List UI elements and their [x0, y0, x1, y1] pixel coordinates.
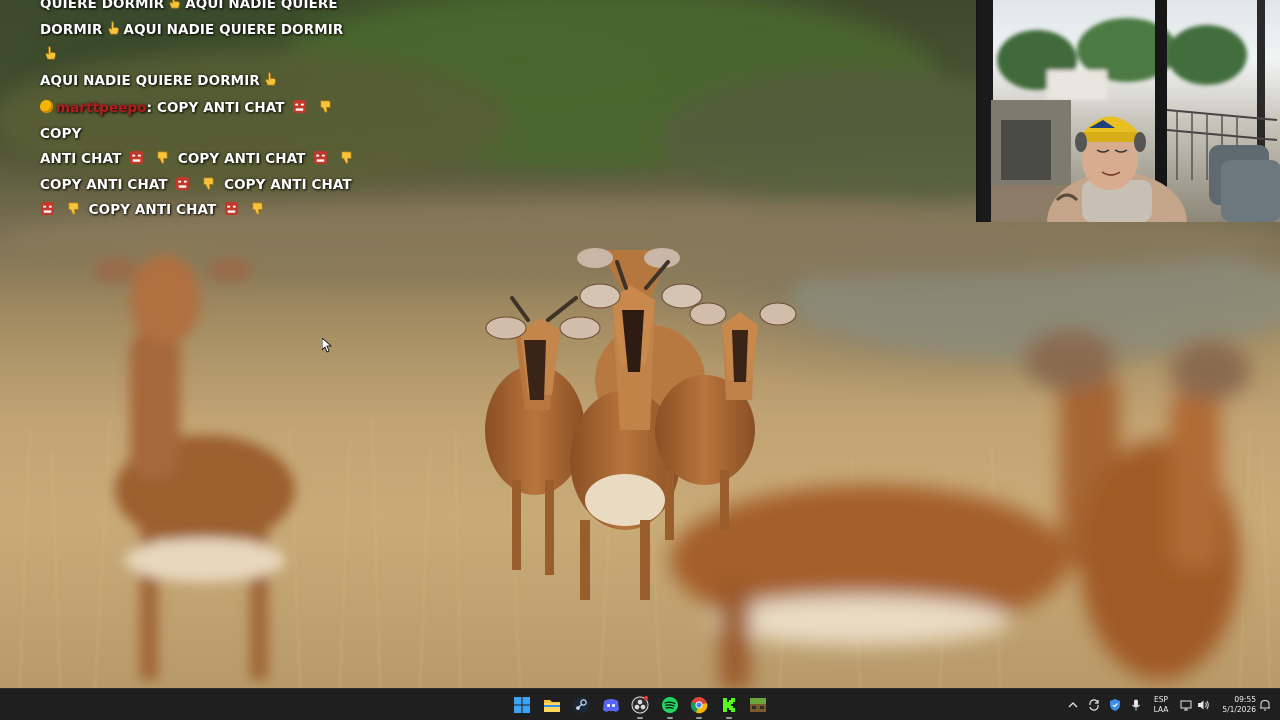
windows-start-icon[interactable] — [511, 694, 533, 716]
thumbs-down-emoji — [157, 151, 168, 164]
angry-face-emoji — [314, 150, 328, 165]
thumbs-down-emoji — [341, 151, 352, 164]
kick-active-indicator — [726, 717, 732, 719]
kick-icon[interactable] — [718, 694, 740, 716]
thumbs-down-emoji — [252, 202, 263, 215]
chat-message-1: QUIERE DORMIR AQUI NADIE QUIERE DORMIR AQU… — [40, 0, 360, 94]
thumbs-down-emoji — [68, 202, 79, 215]
pointing-up-hand-emoji — [169, 0, 181, 9]
chevron-up-icon[interactable] — [1066, 698, 1080, 712]
angry-face-emoji — [176, 176, 190, 190]
angry-face-emoji — [130, 150, 144, 165]
mouse-cursor-icon — [322, 338, 332, 353]
webcam-feed — [977, 0, 1280, 222]
pointing-up-hand-emoji — [265, 71, 276, 85]
obs-active-indicator — [637, 717, 643, 719]
security-shield-icon[interactable] — [1108, 698, 1122, 712]
webcam-overlay — [976, 0, 1280, 222]
steam-icon[interactable] — [570, 694, 592, 716]
chrome-icon[interactable] — [688, 694, 710, 716]
minecraft-icon[interactable] — [747, 694, 769, 716]
stream-chat-overlay: QUIERE DORMIR AQUI NADIE QUIERE DORMIR AQU… — [40, 0, 360, 224]
user-badge-icon — [40, 100, 53, 113]
angry-face-emoji — [40, 201, 55, 216]
notification-bell-icon[interactable] — [1258, 698, 1272, 712]
clock[interactable]: 09:55 5/1/2026 — [1212, 695, 1256, 715]
chat-message-2: marttpeepo: COPY ANTI CHAT COPY ANTI CHA… — [40, 96, 360, 224]
chat-username[interactable]: marttpeepo — [56, 100, 147, 116]
spotify-active-indicator — [667, 717, 673, 719]
taskbar: ESP LAA 09:55 5/1/2026 — [0, 688, 1280, 720]
language-indicator[interactable]: ESP LAA — [1148, 695, 1174, 715]
obs-icon[interactable] — [629, 694, 651, 716]
angry-face-emoji — [225, 201, 239, 216]
sync-icon[interactable] — [1087, 698, 1101, 712]
angry-face-emoji — [293, 99, 307, 114]
discord-icon[interactable] — [600, 694, 622, 716]
chrome-active-indicator — [696, 717, 702, 719]
thumbs-down-emoji — [320, 100, 331, 113]
thumbs-down-emoji — [203, 177, 214, 190]
volume-icon[interactable] — [1196, 698, 1210, 712]
spotify-icon[interactable] — [659, 694, 681, 716]
microphone-icon[interactable] — [1129, 698, 1143, 712]
pointing-up-hand-emoji — [45, 46, 56, 60]
file-explorer-icon[interactable] — [541, 694, 563, 716]
network-icon[interactable] — [1179, 698, 1193, 712]
pointing-up-hand-emoji — [108, 20, 119, 34]
